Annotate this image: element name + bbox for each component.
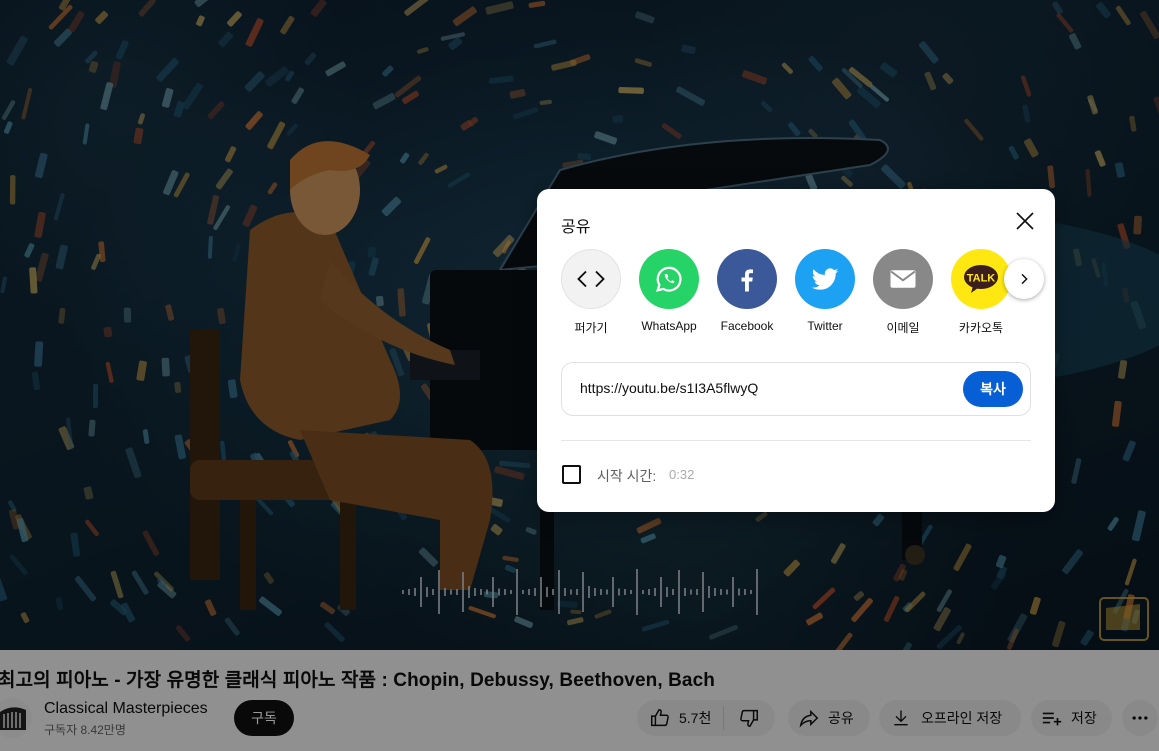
channel-watermark-icon (1099, 597, 1149, 641)
share-target-embed[interactable]: 퍼가기 (561, 249, 631, 336)
like-dislike-group: 5.7천 (637, 700, 775, 736)
save-label: 저장 (1071, 710, 1097, 726)
share-button[interactable]: 공유 (788, 700, 870, 736)
channel-name[interactable]: Classical Masterpieces (44, 700, 208, 718)
share-targets-row: 퍼가기 WhatsApp Facebook Twitter 이메일 TALK 카… (561, 249, 1031, 339)
share-dialog-title: 공유 (561, 219, 591, 236)
share-target-label: 카카오톡 (958, 321, 1004, 335)
kakaotalk-icon: TALK (964, 265, 998, 293)
close-icon[interactable] (1013, 209, 1037, 233)
share-arrow-icon (799, 709, 819, 728)
subscribe-button[interactable]: 구독 (234, 700, 294, 736)
more-actions-button[interactable] (1122, 700, 1158, 736)
playlist-add-icon (1042, 712, 1062, 726)
subscriber-count: 구독자 8.42만명 (44, 723, 126, 737)
more-horizontal-icon (1132, 716, 1148, 720)
like-count: 5.7천 (679, 710, 712, 726)
share-dialog: 공유 퍼가기 WhatsApp Facebook Twitter 이메일 TAL… (537, 189, 1055, 512)
chevron-right-icon (1021, 273, 1028, 285)
start-time-value[interactable]: 0:32 (669, 467, 694, 482)
share-target-label: 퍼가기 (574, 321, 608, 335)
share-target-circle (873, 249, 933, 309)
offline-save-button[interactable]: 오프라인 저장 (879, 700, 1021, 736)
share-url-input[interactable] (580, 380, 930, 396)
twitter-icon (811, 268, 839, 290)
share-target-circle: TALK (951, 249, 1011, 309)
share-target-email[interactable]: 이메일 (863, 249, 943, 336)
share-target-circle (717, 249, 777, 309)
dialog-separator (561, 440, 1031, 441)
share-target-label: Twitter (807, 319, 843, 333)
share-target-label: WhatsApp (641, 319, 697, 333)
share-target-whatsapp[interactable]: WhatsApp (629, 249, 709, 333)
dislike-button[interactable] (724, 700, 774, 736)
download-icon (894, 710, 908, 726)
video-title: 최고의 피아노 - 가장 유명한 클래식 피아노 작품 : Chopin, De… (0, 670, 715, 691)
facebook-icon (741, 269, 753, 292)
share-url-box: 복사 (561, 362, 1031, 416)
thumbs-up-icon (651, 709, 669, 727)
share-targets-next-button[interactable] (1004, 259, 1044, 299)
share-label: 공유 (828, 710, 854, 726)
share-target-twitter[interactable]: Twitter (785, 249, 865, 333)
share-target-circle (795, 249, 855, 309)
save-to-playlist-button[interactable]: 저장 (1031, 700, 1112, 736)
share-target-label: 이메일 (886, 321, 920, 335)
copy-button[interactable]: 복사 (963, 371, 1023, 407)
share-target-facebook[interactable]: Facebook (707, 249, 787, 333)
share-target-circle (561, 249, 621, 309)
start-time-checkbox[interactable] (562, 465, 581, 484)
email-icon (890, 270, 916, 288)
embed-icon (577, 270, 605, 288)
share-target-circle (639, 249, 699, 309)
start-time-label: 시작 시간: (597, 468, 657, 484)
share-target-label: Facebook (720, 319, 774, 333)
like-button[interactable]: 5.7천 (637, 700, 723, 736)
whatsapp-icon (655, 266, 682, 292)
svg-text:TALK: TALK (967, 273, 996, 285)
thumbs-down-icon (740, 709, 758, 727)
offline-label: 오프라인 저장 (921, 710, 1003, 726)
